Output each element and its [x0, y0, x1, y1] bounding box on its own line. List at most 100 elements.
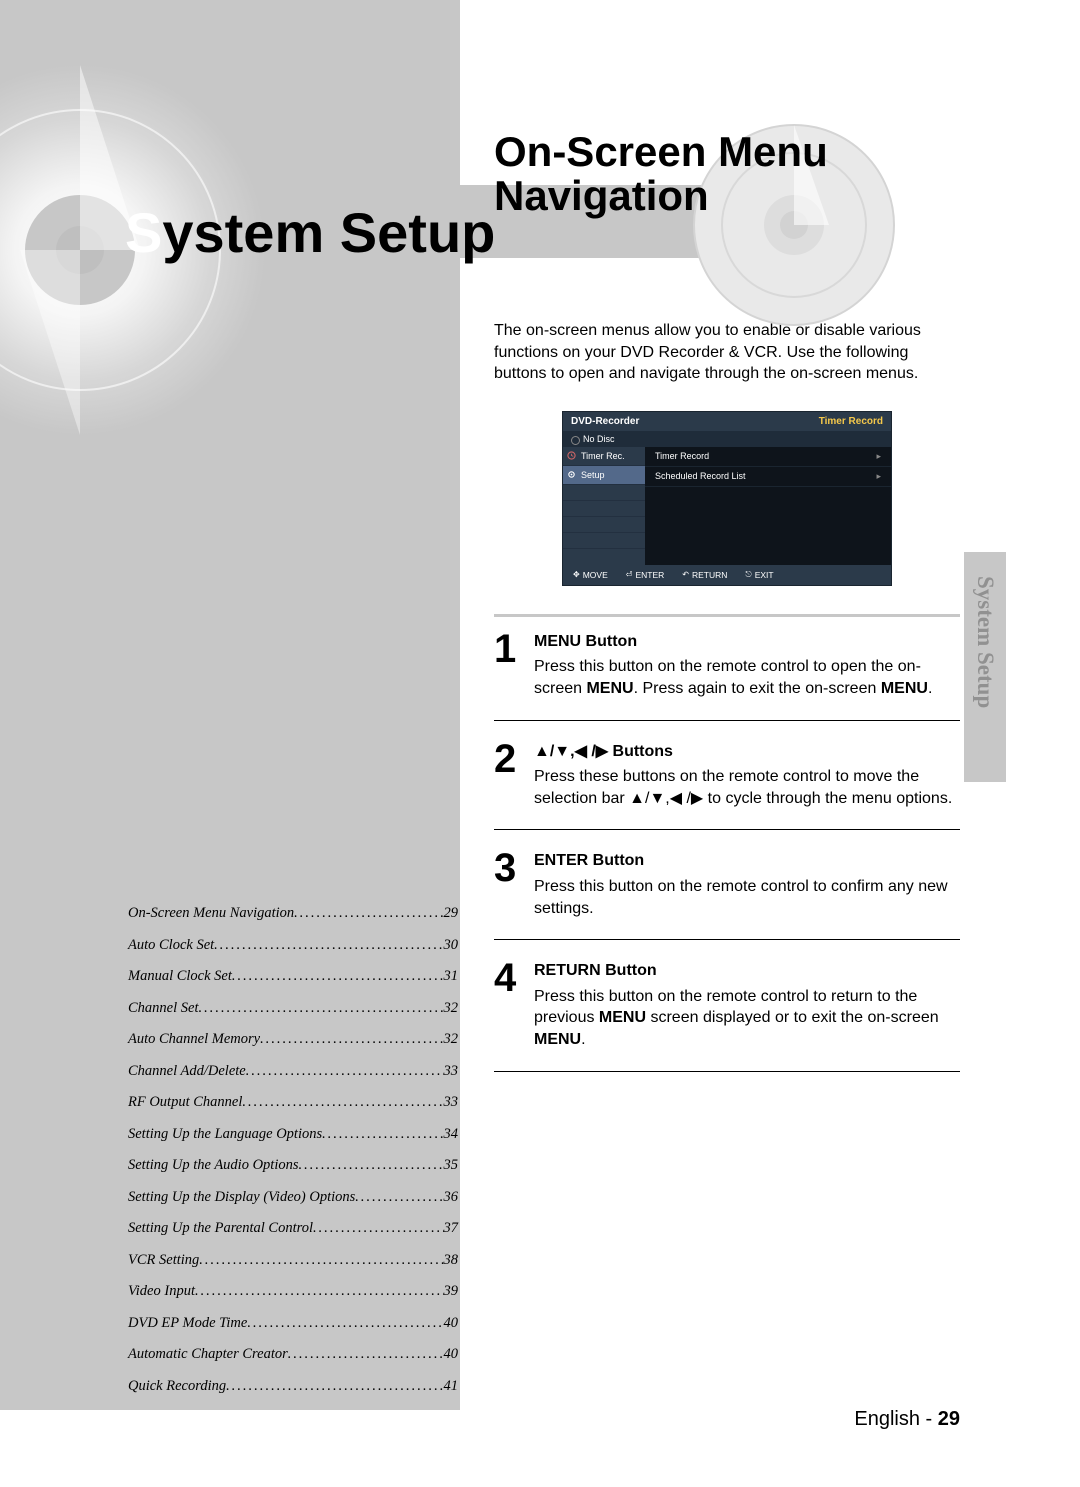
- toc-dots: [198, 1001, 443, 1016]
- gear-icon: [567, 470, 576, 479]
- divider-thick: [494, 614, 960, 617]
- toc-row: Setting Up the Display (Video) Options 3…: [128, 1190, 458, 1205]
- osd-side-blank: [563, 517, 645, 533]
- toc-label: Setting Up the Parental Control: [128, 1221, 313, 1236]
- toc-label: Quick Recording: [128, 1379, 226, 1394]
- osd-side-item-setup: Setup: [563, 466, 645, 485]
- step-body: ▲/▼,◀ /▶ Buttons Press these buttons on …: [534, 741, 960, 810]
- toc-page: 30: [444, 938, 459, 953]
- manual-page: System Setup On-Screen Menu Navigation29…: [0, 0, 1080, 1487]
- step-body: MENU Button Press this button on the rem…: [534, 631, 960, 700]
- osd-main-item: Scheduled Record List ▸: [645, 467, 891, 487]
- chevron-right-icon: ▸: [876, 471, 881, 482]
- toc-page: 34: [444, 1127, 459, 1142]
- toc-dots: [355, 1190, 443, 1205]
- osd-title-right: Timer Record: [819, 416, 883, 427]
- toc-label: On-Screen Menu Navigation: [128, 906, 294, 921]
- toc-page: 32: [444, 1032, 459, 1047]
- toc-row: RF Output Channel 33: [128, 1095, 458, 1110]
- toc-dots: [247, 1316, 443, 1331]
- step-title: MENU Button: [534, 631, 960, 653]
- osd-main-label: Scheduled Record List: [655, 471, 746, 482]
- toc-label: Channel Add/Delete: [128, 1064, 246, 1079]
- step-title: RETURN Button: [534, 960, 960, 982]
- toc-dots: [246, 1064, 444, 1079]
- toc-label: Video Input: [128, 1284, 195, 1299]
- step-number: 2: [494, 741, 524, 810]
- osd-hint-enter: ⏎ENTER: [626, 570, 665, 580]
- toc-row: VCR Setting 38: [128, 1253, 458, 1268]
- toc-dots: [232, 969, 444, 984]
- osd-hint-exit: ⎋EXIT: [745, 570, 773, 580]
- osd-title-left: DVD-Recorder: [571, 416, 639, 427]
- toc-row: Setting Up the Audio Options 35: [128, 1158, 458, 1173]
- section-header: On-Screen Menu Navigation: [494, 130, 960, 260]
- toc-page: 33: [444, 1064, 459, 1079]
- step-body: RETURN Button Press this button on the r…: [534, 960, 960, 1050]
- osd-footer-hints: ✥MOVE ⏎ENTER ↶RETURN ⎋EXIT: [563, 565, 891, 585]
- toc-dots: [226, 1379, 443, 1394]
- chapter-title-initial: S: [125, 201, 162, 264]
- toc-row: Auto Channel Memory32: [128, 1032, 458, 1047]
- section-title: On-Screen Menu Navigation: [494, 130, 960, 218]
- footer-language: English -: [854, 1408, 937, 1430]
- toc-dots: [214, 938, 443, 953]
- osd-side-label: Setup: [581, 470, 605, 480]
- toc-row: Channel Set 32: [128, 1001, 458, 1016]
- toc-dots: [242, 1095, 443, 1110]
- osd-sidebar: Timer Rec. Setup: [563, 447, 645, 565]
- section-title-line1: On-Screen Menu: [494, 128, 828, 175]
- step-title: ENTER Button: [534, 850, 960, 872]
- section-title-line2: Navigation: [494, 172, 709, 219]
- toc-page: 40: [444, 1316, 459, 1331]
- toc-page: 37: [444, 1221, 459, 1236]
- page-footer: English - 29: [854, 1408, 960, 1431]
- toc-page: 41: [444, 1379, 459, 1394]
- step-number: 4: [494, 960, 524, 1050]
- divider-thin: [494, 829, 960, 830]
- toc-row: Automatic Chapter Creator 40: [128, 1347, 458, 1362]
- footer-page-number: 29: [938, 1408, 960, 1430]
- toc-label: Setting Up the Language Options: [128, 1127, 322, 1142]
- step-2: 2 ▲/▼,◀ /▶ Buttons Press these buttons o…: [494, 741, 960, 810]
- move-icon: ✥: [573, 570, 580, 579]
- osd-side-item-timer: Timer Rec.: [563, 447, 645, 466]
- chevron-right-icon: ▸: [876, 451, 881, 462]
- osd-side-blank: [563, 533, 645, 549]
- enter-icon: ⏎: [626, 570, 633, 579]
- osd-main-list: Timer Record ▸ Scheduled Record List ▸: [645, 447, 891, 565]
- chapter-side-tab: System Setup: [964, 552, 1006, 782]
- chapter-title: System Setup: [125, 200, 495, 265]
- toc-row: Setting Up the Parental Control 37: [128, 1221, 458, 1236]
- step-number: 1: [494, 631, 524, 700]
- step-4: 4 RETURN Button Press this button on the…: [494, 960, 960, 1050]
- toc-label: Auto Clock Set: [128, 938, 214, 953]
- toc-row: On-Screen Menu Navigation29: [128, 906, 458, 921]
- osd-screenshot: DVD-Recorder Timer Record No Disc Timer …: [562, 411, 892, 586]
- toc-page: 38: [444, 1253, 459, 1268]
- step-body: ENTER Button Press this button on the re…: [534, 850, 960, 919]
- toc-dots: [199, 1253, 443, 1268]
- toc-row: Video Input 39: [128, 1284, 458, 1299]
- toc-page: 33: [444, 1095, 459, 1110]
- osd-side-label: Timer Rec.: [581, 451, 625, 461]
- step-title: ▲/▼,◀ /▶ Buttons: [534, 741, 960, 763]
- toc-dots: [294, 906, 443, 921]
- chapter-title-rest: ystem Setup: [162, 201, 495, 264]
- toc-page: 36: [444, 1190, 459, 1205]
- toc-row: Manual Clock Set 31: [128, 969, 458, 984]
- table-of-contents: On-Screen Menu Navigation29 Auto Clock Se…: [128, 906, 458, 1410]
- step-number: 3: [494, 850, 524, 919]
- divider-thin: [494, 1071, 960, 1072]
- toc-dots: [322, 1127, 443, 1142]
- divider-thin: [494, 939, 960, 940]
- step-3: 3 ENTER Button Press this button on the …: [494, 850, 960, 919]
- toc-label: RF Output Channel: [128, 1095, 242, 1110]
- osd-side-blank: [563, 501, 645, 517]
- toc-dots: [195, 1284, 444, 1299]
- osd-title-bar: DVD-Recorder Timer Record: [563, 412, 891, 431]
- toc-label: Setting Up the Audio Options: [128, 1158, 299, 1173]
- toc-dots: [260, 1032, 443, 1047]
- toc-dots: [288, 1347, 444, 1362]
- toc-page: 35: [444, 1158, 459, 1173]
